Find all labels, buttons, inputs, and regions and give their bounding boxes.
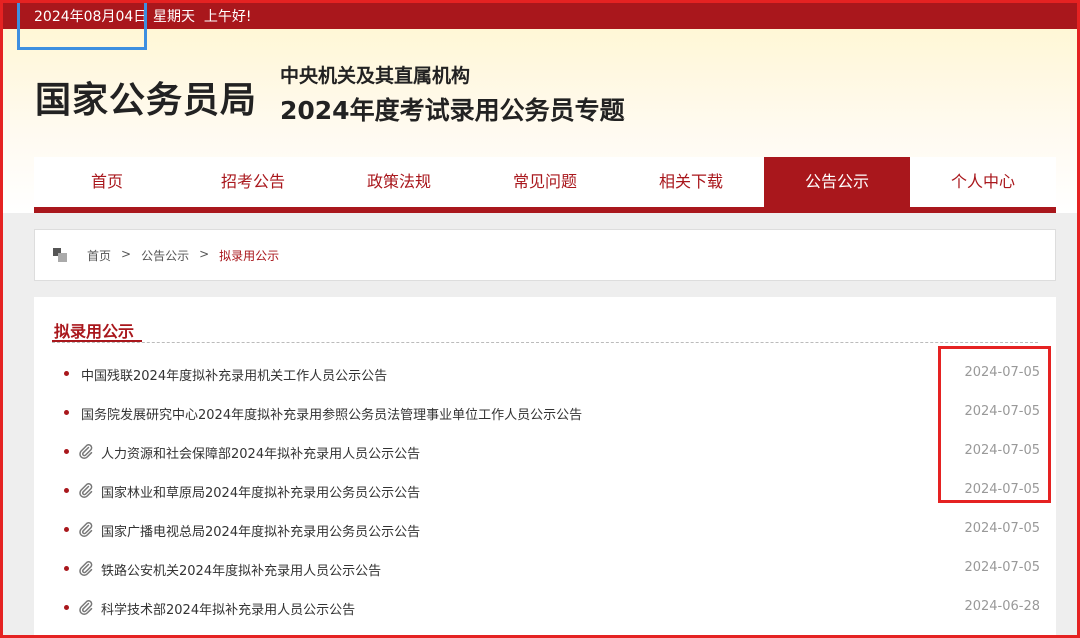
list-item-date: 2024-07-05 bbox=[964, 482, 1040, 497]
announcement-list: 拟录用公示 中国残联2024年度拟补充录用机关工作人员公示公告 2024-07-0… bbox=[34, 297, 1056, 638]
list-item[interactable]: 人力资源和社会保障部2024年拟补充录用人员公示公告 2024-07-05 bbox=[64, 440, 1044, 464]
list-item[interactable]: 铁路公安机关2024年度拟补充录用人员公示公告 2024-07-05 bbox=[64, 557, 1044, 581]
nav-item-3[interactable]: 常见问题 bbox=[472, 157, 618, 207]
list-item[interactable]: 国家广播电视总局2024年度拟补充录用公务员公示公告 2024-07-05 bbox=[64, 518, 1044, 542]
breadcrumb-current[interactable]: 拟录用公示 bbox=[219, 247, 279, 264]
list-title: 拟录用公示 bbox=[54, 322, 135, 341]
paperclip-icon bbox=[78, 443, 94, 459]
nav-item-2[interactable]: 政策法规 bbox=[326, 157, 472, 207]
paperclip-icon bbox=[78, 521, 94, 537]
breadcrumb-section[interactable]: 公告公示 bbox=[141, 247, 189, 264]
nav-item-5[interactable]: 公告公示 bbox=[764, 157, 910, 207]
breadcrumb: 首页 > 公告公示 > 拟录用公示 bbox=[34, 229, 1056, 281]
location-squares-icon bbox=[53, 248, 67, 262]
bullet-icon bbox=[64, 371, 69, 376]
bullet-icon bbox=[64, 449, 69, 454]
header-subtitle: 中央机关及其直属机构 bbox=[280, 65, 471, 87]
nav-item-6[interactable]: 个人中心 bbox=[910, 157, 1056, 207]
list-item-title[interactable]: 铁路公安机关2024年度拟补充录用人员公示公告 bbox=[101, 560, 381, 579]
divider bbox=[52, 342, 1038, 343]
bullet-icon bbox=[64, 566, 69, 571]
list-item-title[interactable]: 中国残联2024年度拟补充录用机关工作人员公示公告 bbox=[81, 365, 387, 384]
list-item-date: 2024-07-05 bbox=[964, 404, 1040, 419]
top-bar: 2024年08月04日 星期天 上午好! bbox=[0, 0, 1080, 29]
list-item-title[interactable]: 国家广播电视总局2024年度拟补充录用公务员公示公告 bbox=[101, 521, 420, 540]
header-title: 2024年度考试录用公务员专题 bbox=[280, 96, 625, 125]
site-logo[interactable]: 国家公务员局 bbox=[35, 71, 257, 123]
paperclip-icon bbox=[78, 482, 94, 498]
nav-item-4[interactable]: 相关下载 bbox=[618, 157, 764, 207]
list-item-date: 2024-06-28 bbox=[964, 599, 1040, 614]
list-item[interactable]: 科学技术部2024年拟补充录用人员公示公告 2024-06-28 bbox=[64, 596, 1044, 620]
list-item-date: 2024-07-05 bbox=[964, 443, 1040, 458]
nav-item-1[interactable]: 招考公告 bbox=[180, 157, 326, 207]
list-item-date: 2024-07-05 bbox=[964, 560, 1040, 575]
list-item-date: 2024-07-05 bbox=[964, 365, 1040, 380]
breadcrumb-separator: > bbox=[199, 247, 210, 261]
paperclip-icon bbox=[78, 599, 94, 615]
nav-item-0[interactable]: 首页 bbox=[34, 157, 180, 207]
weekday-greeting: 星期天 上午好! bbox=[153, 9, 252, 25]
bullet-icon bbox=[64, 488, 69, 493]
main-nav: 首页 招考公告 政策法规 常见问题 相关下载 公告公示 个人中心 bbox=[34, 157, 1056, 213]
list-item-title[interactable]: 人力资源和社会保障部2024年拟补充录用人员公示公告 bbox=[101, 443, 420, 462]
bullet-icon bbox=[64, 527, 69, 532]
list-item[interactable]: 中国残联2024年度拟补充录用机关工作人员公示公告 2024-07-05 bbox=[64, 362, 1044, 386]
site-header: 国家公务员局 中央机关及其直属机构 2024年度考试录用公务员专题 首页 招考公告… bbox=[0, 29, 1080, 213]
date-highlight-box bbox=[17, 0, 147, 50]
bullet-icon bbox=[64, 410, 69, 415]
list-item[interactable]: 国家林业和草原局2024年度拟补充录用公务员公示公告 2024-07-05 bbox=[64, 479, 1044, 503]
list-item-title[interactable]: 国家林业和草原局2024年度拟补充录用公务员公示公告 bbox=[101, 482, 420, 501]
bullet-icon bbox=[64, 605, 69, 610]
breadcrumb-home[interactable]: 首页 bbox=[87, 247, 111, 264]
list-item-date: 2024-07-05 bbox=[964, 521, 1040, 536]
list-item-title[interactable]: 科学技术部2024年拟补充录用人员公示公告 bbox=[101, 599, 355, 618]
breadcrumb-separator: > bbox=[121, 247, 132, 261]
list-item[interactable]: 国务院发展研究中心2024年度拟补充录用参照公务员法管理事业单位工作人员公示公告… bbox=[64, 401, 1044, 425]
list-item-title[interactable]: 国务院发展研究中心2024年度拟补充录用参照公务员法管理事业单位工作人员公示公告 bbox=[81, 404, 582, 423]
paperclip-icon bbox=[78, 560, 94, 576]
